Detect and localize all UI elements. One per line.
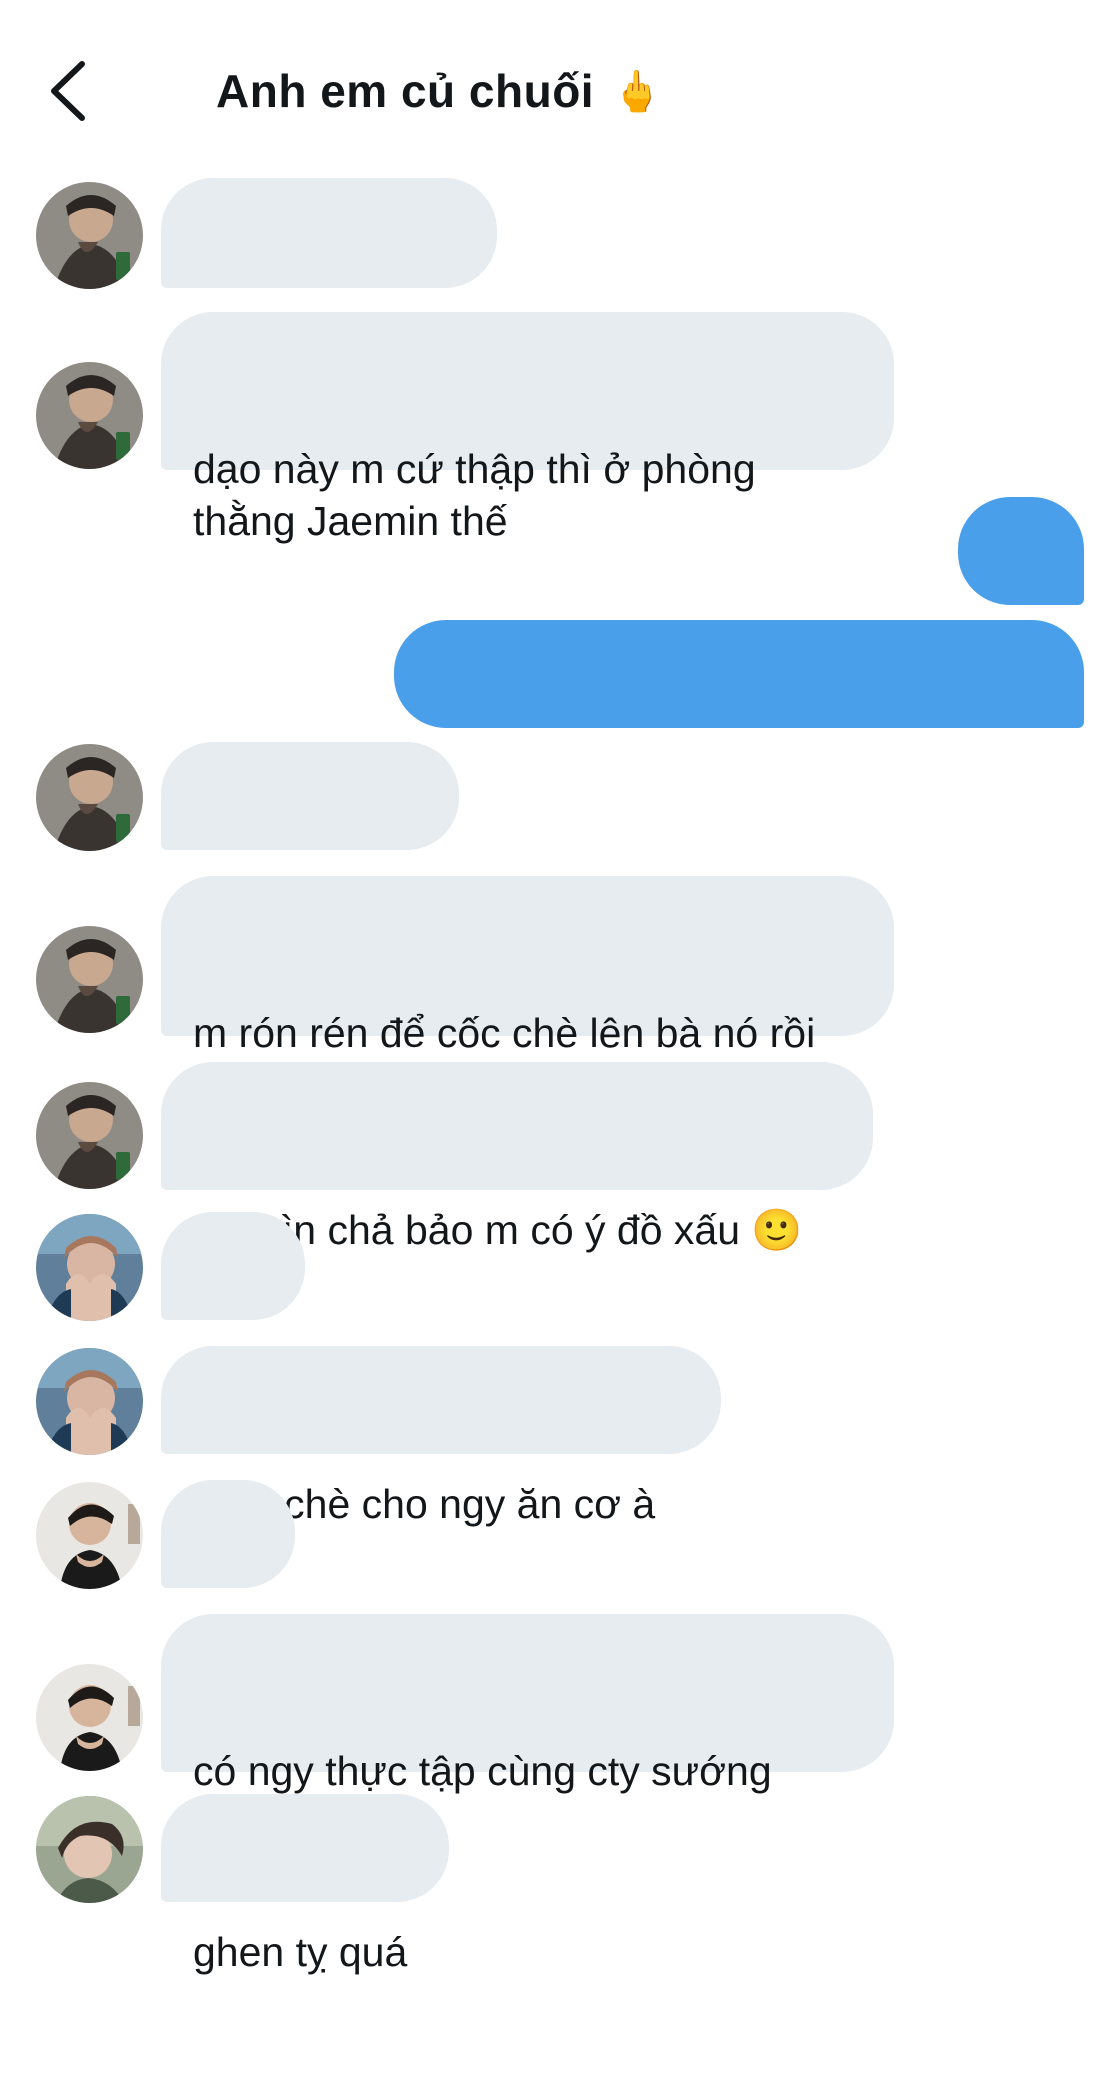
outgoing-message-bubble[interactable]: ô tả cứ như t đi ăn trộm ko bằng: [394, 620, 1084, 801]
message-row: vcl thằng jeno: [0, 178, 1114, 360]
message-row: ai nhìn chả bảo m có ý đồ xấu 🙂: [0, 1062, 1114, 1253]
avatar-friend-d[interactable]: [36, 1796, 143, 1903]
incoming-message-bubble[interactable]: dạo này m cứ thập thì ở phòng thằng Jaem…: [161, 312, 894, 544]
outgoing-message-bubble[interactable]: ???: [958, 497, 1084, 678]
message-row: có ngy thực tập cùng cty sướng tht: [0, 1614, 1114, 1846]
incoming-message-bubble[interactable]: mua chè cho ngy ăn cơ à: [161, 1346, 721, 1527]
message-row: m rón rén để cốc chè lên bà nó rồi chạy …: [0, 876, 1114, 1108]
avatar-friend-c[interactable]: [36, 1482, 143, 1589]
message-row: hêh: [0, 1212, 1114, 1393]
incoming-message-bubble[interactable]: ghen tỵ quá: [161, 1794, 449, 1975]
avatar-friend-a[interactable]: [36, 744, 143, 851]
message-row: dạo này m cứ thập thì ở phòng thằng Jaem…: [0, 312, 1114, 544]
avatar-friend-b[interactable]: [36, 1348, 143, 1455]
message-row: ô tả cứ như t đi ăn trộm ko bằng: [0, 620, 1114, 801]
avatar-friend-a[interactable]: [36, 182, 143, 289]
message-row: ???: [0, 497, 1114, 678]
avatar-friend-a[interactable]: [36, 362, 143, 469]
message-row: ô lại chả thế: [0, 742, 1114, 923]
avatar-friend-b[interactable]: [36, 1214, 143, 1321]
incoming-message-bubble[interactable]: ô lại chả thế: [161, 742, 459, 923]
message-row: mua chè cho ngy ăn cơ à: [0, 1346, 1114, 1527]
incoming-message-bubble[interactable]: hêh: [161, 1212, 305, 1393]
message-row: ghen tỵ quá: [0, 1794, 1114, 1975]
avatar-friend-a[interactable]: [36, 926, 143, 1033]
message-list: vcl thằng jeno dạo này m cứ thập thì ở p…: [0, 0, 1114, 1975]
avatar-friend-a[interactable]: [36, 1082, 143, 1189]
incoming-message-bubble[interactable]: có ngy thực tập cùng cty sướng tht: [161, 1614, 894, 1846]
incoming-message-bubble[interactable]: =))): [161, 1480, 295, 1661]
incoming-message-bubble[interactable]: m rón rén để cốc chè lên bà nó rồi chạy …: [161, 876, 894, 1108]
avatar-friend-c[interactable]: [36, 1664, 143, 1771]
incoming-message-bubble[interactable]: ai nhìn chả bảo m có ý đồ xấu 🙂: [161, 1062, 873, 1253]
incoming-message-bubble[interactable]: vcl thằng jeno: [161, 178, 497, 360]
message-row: =))): [0, 1480, 1114, 1661]
